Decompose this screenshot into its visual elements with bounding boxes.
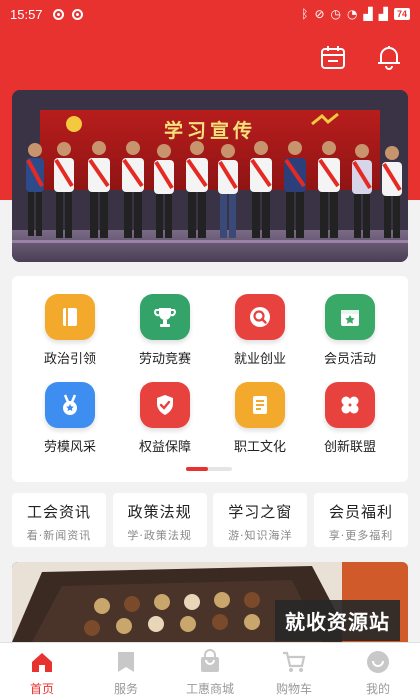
page-indicator <box>186 467 232 471</box>
quick-link-title: 工会资讯 <box>26 503 91 521</box>
quick-link-title: 会员福利 <box>328 503 393 521</box>
notification-icon <box>52 8 64 20</box>
watermark-label: 就收资源站 <box>275 600 400 641</box>
quick-link-union-news[interactable]: 工会资讯 看·新闻资讯 <box>12 493 106 547</box>
quick-links: 工会资讯 看·新闻资讯 政策法规 学·政策法规 学习之窗 游·知识海洋 会员福利… <box>12 493 408 547</box>
cart-icon <box>283 651 306 672</box>
book-icon <box>45 294 95 340</box>
star-calendar-icon <box>325 294 375 340</box>
feature-label: 就业创业 <box>233 352 286 367</box>
quick-link-subtitle: 享·更多福利 <box>328 529 394 542</box>
wifi-icon: ◔ <box>347 7 358 21</box>
quick-link-subtitle: 看·新闻资讯 <box>26 529 92 542</box>
mute-icon: ⊘ <box>314 7 325 21</box>
bell-icon[interactable] <box>376 44 402 70</box>
nav-profile[interactable]: 我的 <box>336 643 420 700</box>
feature-member-activities[interactable]: 会员活动 <box>305 294 395 367</box>
medal-icon <box>45 382 95 428</box>
feature-political-leadership[interactable]: 政治引领 <box>25 294 115 367</box>
signal-icon: ▟ <box>363 7 373 21</box>
feature-label: 创新联盟 <box>323 440 376 455</box>
feature-worker-culture[interactable]: 职工文化 <box>215 382 305 455</box>
status-time: 15:57 <box>10 6 43 22</box>
shop-bag-icon <box>201 649 219 672</box>
nav-label: 工惠商城 <box>185 682 234 696</box>
nav-shop[interactable]: 工惠商城 <box>168 643 252 700</box>
nav-home[interactable]: 首页 <box>0 643 84 700</box>
feature-labor-competition[interactable]: 劳动竞赛 <box>120 294 210 367</box>
quick-link-title: 学习之窗 <box>228 503 293 521</box>
nav-label: 购物车 <box>275 682 312 696</box>
feature-label: 会员活动 <box>323 352 376 367</box>
banner-title: 学习宣传 <box>163 120 256 142</box>
signal-icon: ▟ <box>378 7 388 21</box>
feature-label: 职工文化 <box>233 440 286 455</box>
calendar-icon[interactable] <box>320 44 346 70</box>
quick-link-learning[interactable]: 学习之窗 游·知识海洋 <box>213 493 308 547</box>
quick-link-member-benefits[interactable]: 会员福利 享·更多福利 <box>313 493 408 547</box>
nav-service[interactable]: 服务 <box>84 643 168 700</box>
shield-check-icon <box>140 382 190 428</box>
features-card: 政治引领 劳动竞赛 就业创业 会员活动 劳模风采 权益保障 职工文化 创新联盟 <box>12 276 408 482</box>
feature-innovation-alliance[interactable]: 创新联盟 <box>305 382 395 455</box>
notification-icon <box>71 8 83 20</box>
feature-label: 权益保障 <box>138 440 191 455</box>
banner-carousel[interactable]: 学习宣传 <box>12 90 408 262</box>
bluetooth-icon: ᛒ <box>301 7 309 21</box>
quick-link-subtitle: 学·政策法规 <box>127 529 192 542</box>
bookmark-icon <box>118 652 134 672</box>
grid-flower-icon <box>325 382 375 428</box>
nav-label: 首页 <box>29 682 54 696</box>
quick-link-policies[interactable]: 政策法规 学·政策法规 <box>112 493 207 547</box>
profile-icon <box>367 651 389 673</box>
alarm-icon: ◷ <box>330 7 342 21</box>
trophy-icon <box>140 294 190 340</box>
status-bar: 15:57 ᛒ ⊘ ◷ ◔ ▟ ▟ 74 <box>0 0 420 28</box>
feature-label: 政治引领 <box>43 352 96 367</box>
quick-link-subtitle: 游·知识海洋 <box>228 529 293 542</box>
feature-rights-protection[interactable]: 权益保障 <box>120 382 210 455</box>
bottom-navigation: 首页 服务 工惠商城 购物车 我的 <box>0 642 420 700</box>
promo-banner[interactable]: 就收资源站 <box>12 562 408 642</box>
nav-label: 服务 <box>113 682 138 696</box>
feature-label: 劳模风采 <box>43 440 96 455</box>
feature-employment[interactable]: 就业创业 <box>215 294 305 367</box>
quick-link-title: 政策法规 <box>127 503 192 521</box>
feature-model-workers[interactable]: 劳模风采 <box>25 382 115 455</box>
search-icon <box>235 294 285 340</box>
nav-cart[interactable]: 购物车 <box>252 643 336 700</box>
battery-icon: 74 <box>393 8 410 20</box>
feature-label: 劳动竞赛 <box>138 352 191 367</box>
document-icon <box>235 382 285 428</box>
nav-label: 我的 <box>365 682 390 696</box>
home-icon <box>32 653 52 672</box>
